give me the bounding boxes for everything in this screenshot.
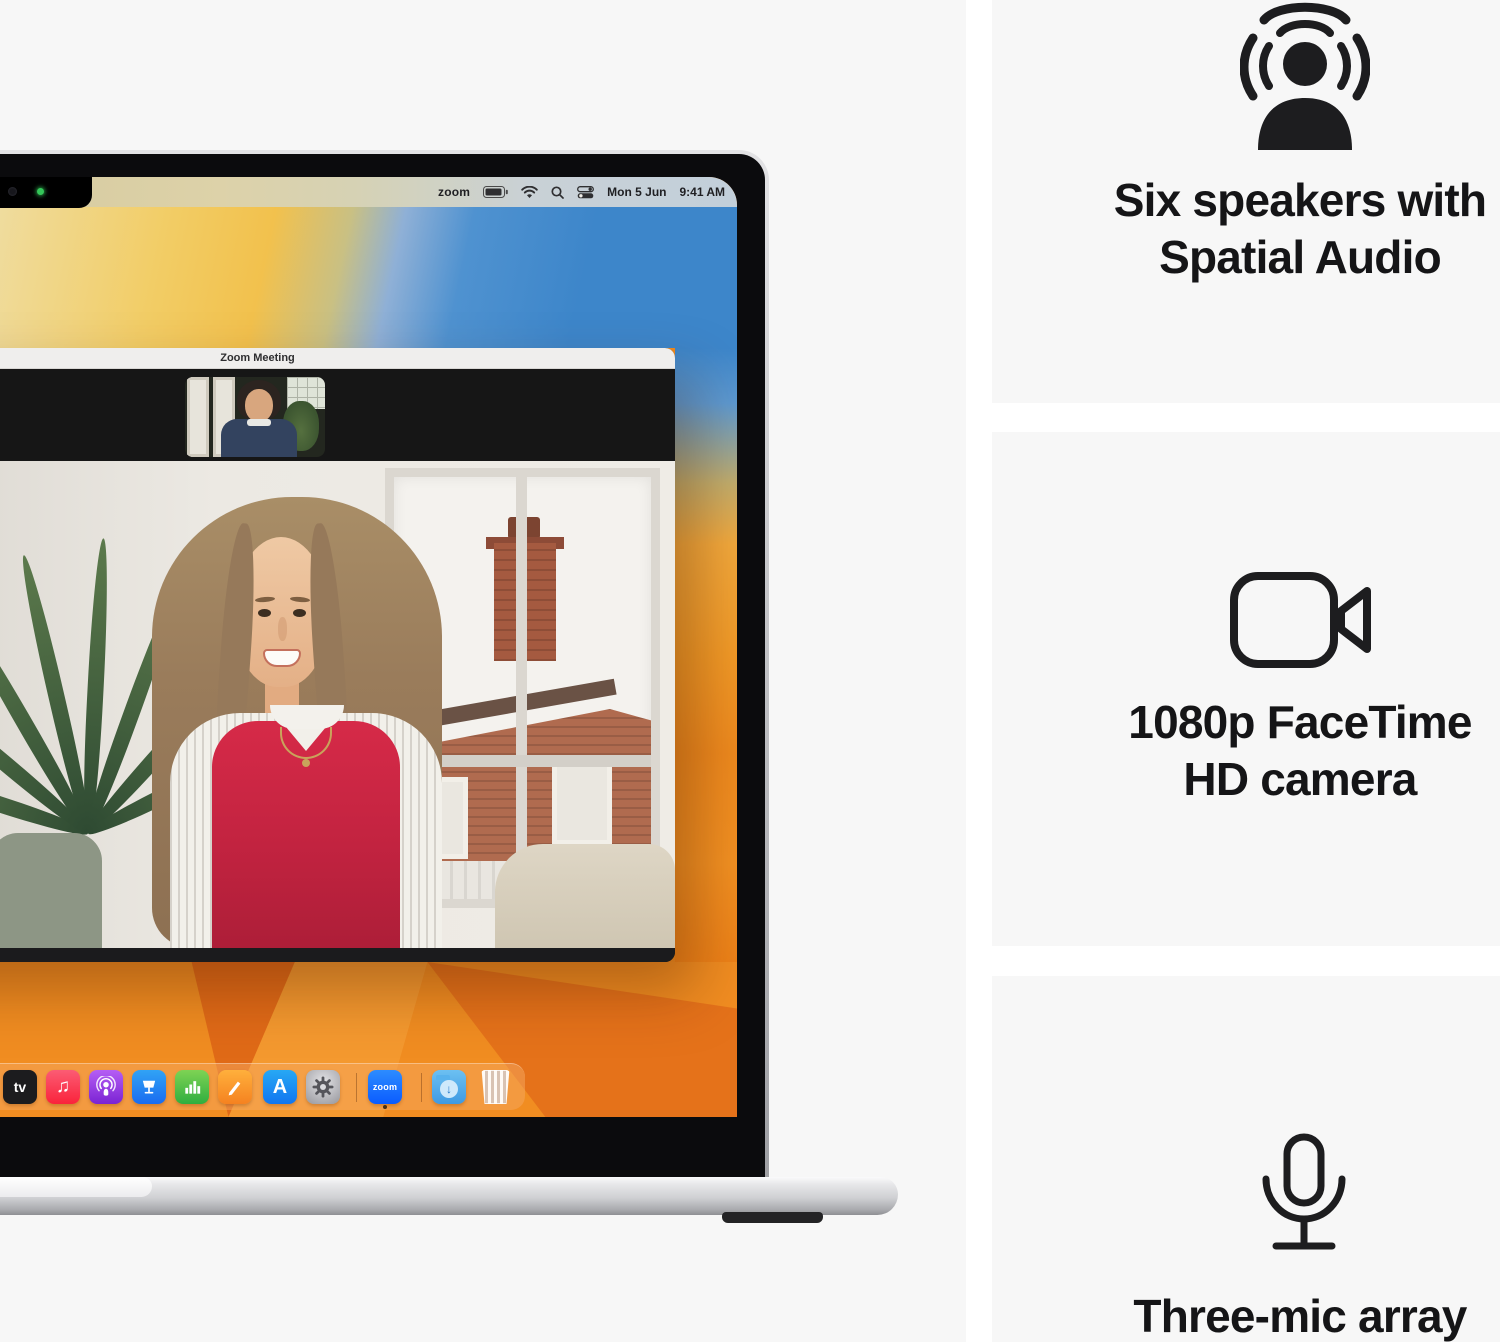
house-window [552, 757, 612, 845]
main-video-feed [0, 461, 675, 948]
window-bottom-bar [0, 948, 675, 962]
battery-icon[interactable] [483, 186, 508, 198]
laptop-foot [722, 1212, 823, 1223]
dock-icon-numbers[interactable] [175, 1070, 209, 1104]
window-mullion [516, 477, 527, 899]
eye [293, 609, 306, 617]
download-arrow-icon: ↓ [440, 1080, 458, 1098]
menu-bar-date[interactable]: Mon 5 Jun [607, 185, 666, 199]
window-title: Zoom Meeting [0, 348, 675, 369]
laptop-lid-groove [0, 1177, 152, 1197]
window-titlebar[interactable]: Zoom Meeting [0, 348, 675, 369]
participant-video-thumbnail[interactable] [185, 377, 325, 457]
dock-divider [421, 1073, 422, 1102]
app-store-glyph: A [273, 1076, 287, 1099]
product-photo-panel: Zoom Meeting [0, 0, 966, 1342]
camera-indicator-led [37, 188, 44, 195]
zoom-meeting-window: Zoom Meeting [0, 348, 675, 962]
nose [278, 617, 287, 641]
display-notch [0, 177, 92, 208]
laptop-screen: Zoom Meeting [0, 177, 737, 1117]
control-center-icon[interactable] [577, 186, 594, 199]
dock-icon-system-settings[interactable] [306, 1070, 340, 1104]
microphone-icon [1259, 1133, 1349, 1255]
wallpaper-top [0, 207, 737, 348]
bar-chart-icon [182, 1077, 202, 1097]
dock-icon-pages[interactable] [218, 1070, 252, 1104]
dock-icon-keynote[interactable] [132, 1070, 166, 1104]
menu-bar-status-items: zoom Mon 5 Jun 9:41 AM [438, 177, 725, 207]
page: Zoom Meeting [0, 0, 1500, 1342]
spatial-audio-icon [1240, 0, 1370, 152]
participant-filmstrip [0, 369, 675, 461]
dock-icon-apple-tv[interactable]: tv [3, 1070, 37, 1104]
search-icon[interactable] [551, 186, 564, 199]
macos-dock: tv ♫ A zoom [0, 1063, 525, 1110]
dock-icon-downloads-folder[interactable]: ↓ [432, 1070, 466, 1104]
feature-card-speakers: Six speakers with Spatial Audio [992, 0, 1500, 403]
menu-bar-app-name[interactable]: zoom [438, 185, 470, 199]
wallpaper-right [675, 348, 737, 962]
feature-title-camera: 1080p FaceTime HD camera [1080, 694, 1500, 808]
folder-tab [436, 1075, 450, 1080]
dock-icon-music[interactable]: ♫ [46, 1070, 80, 1104]
dock-icon-zoom[interactable]: zoom [368, 1070, 402, 1104]
podcasts-icon [95, 1076, 117, 1098]
feature-title-mics: Three-mic array [1080, 1288, 1500, 1342]
thumbnail-door [187, 377, 209, 457]
apple-tv-label: tv [14, 1079, 26, 1095]
sofa-cushion [0, 833, 102, 948]
dock-icon-app-store[interactable]: A [263, 1070, 297, 1104]
feature-title-speakers: Six speakers with Spatial Audio [1080, 172, 1500, 286]
pen-icon [225, 1077, 245, 1097]
menu-bar-clock[interactable]: 9:41 AM [679, 185, 725, 199]
facetime-camera-icon [1228, 570, 1378, 670]
music-note-icon: ♫ [56, 1076, 70, 1098]
dock-icon-podcasts[interactable] [89, 1070, 123, 1104]
feature-card-camera: 1080p FaceTime HD camera [992, 432, 1500, 946]
dock-icon-trash[interactable] [481, 1070, 510, 1104]
keynote-podium-icon [139, 1077, 159, 1097]
eye [258, 609, 271, 617]
thumbnail-participant-face [245, 389, 273, 422]
zoom-logo-label: zoom [373, 1082, 397, 1092]
sofa [495, 844, 675, 948]
zoom-running-indicator [383, 1105, 387, 1109]
smile [263, 649, 301, 667]
dock-divider [356, 1073, 357, 1102]
gear-icon [311, 1075, 335, 1099]
facetime-camera-lens [8, 187, 17, 196]
feature-card-mics: Three-mic array [992, 976, 1500, 1342]
thumbnail-participant-collar [247, 419, 271, 426]
wifi-icon[interactable] [521, 186, 538, 199]
necklace-pendant [302, 759, 310, 767]
